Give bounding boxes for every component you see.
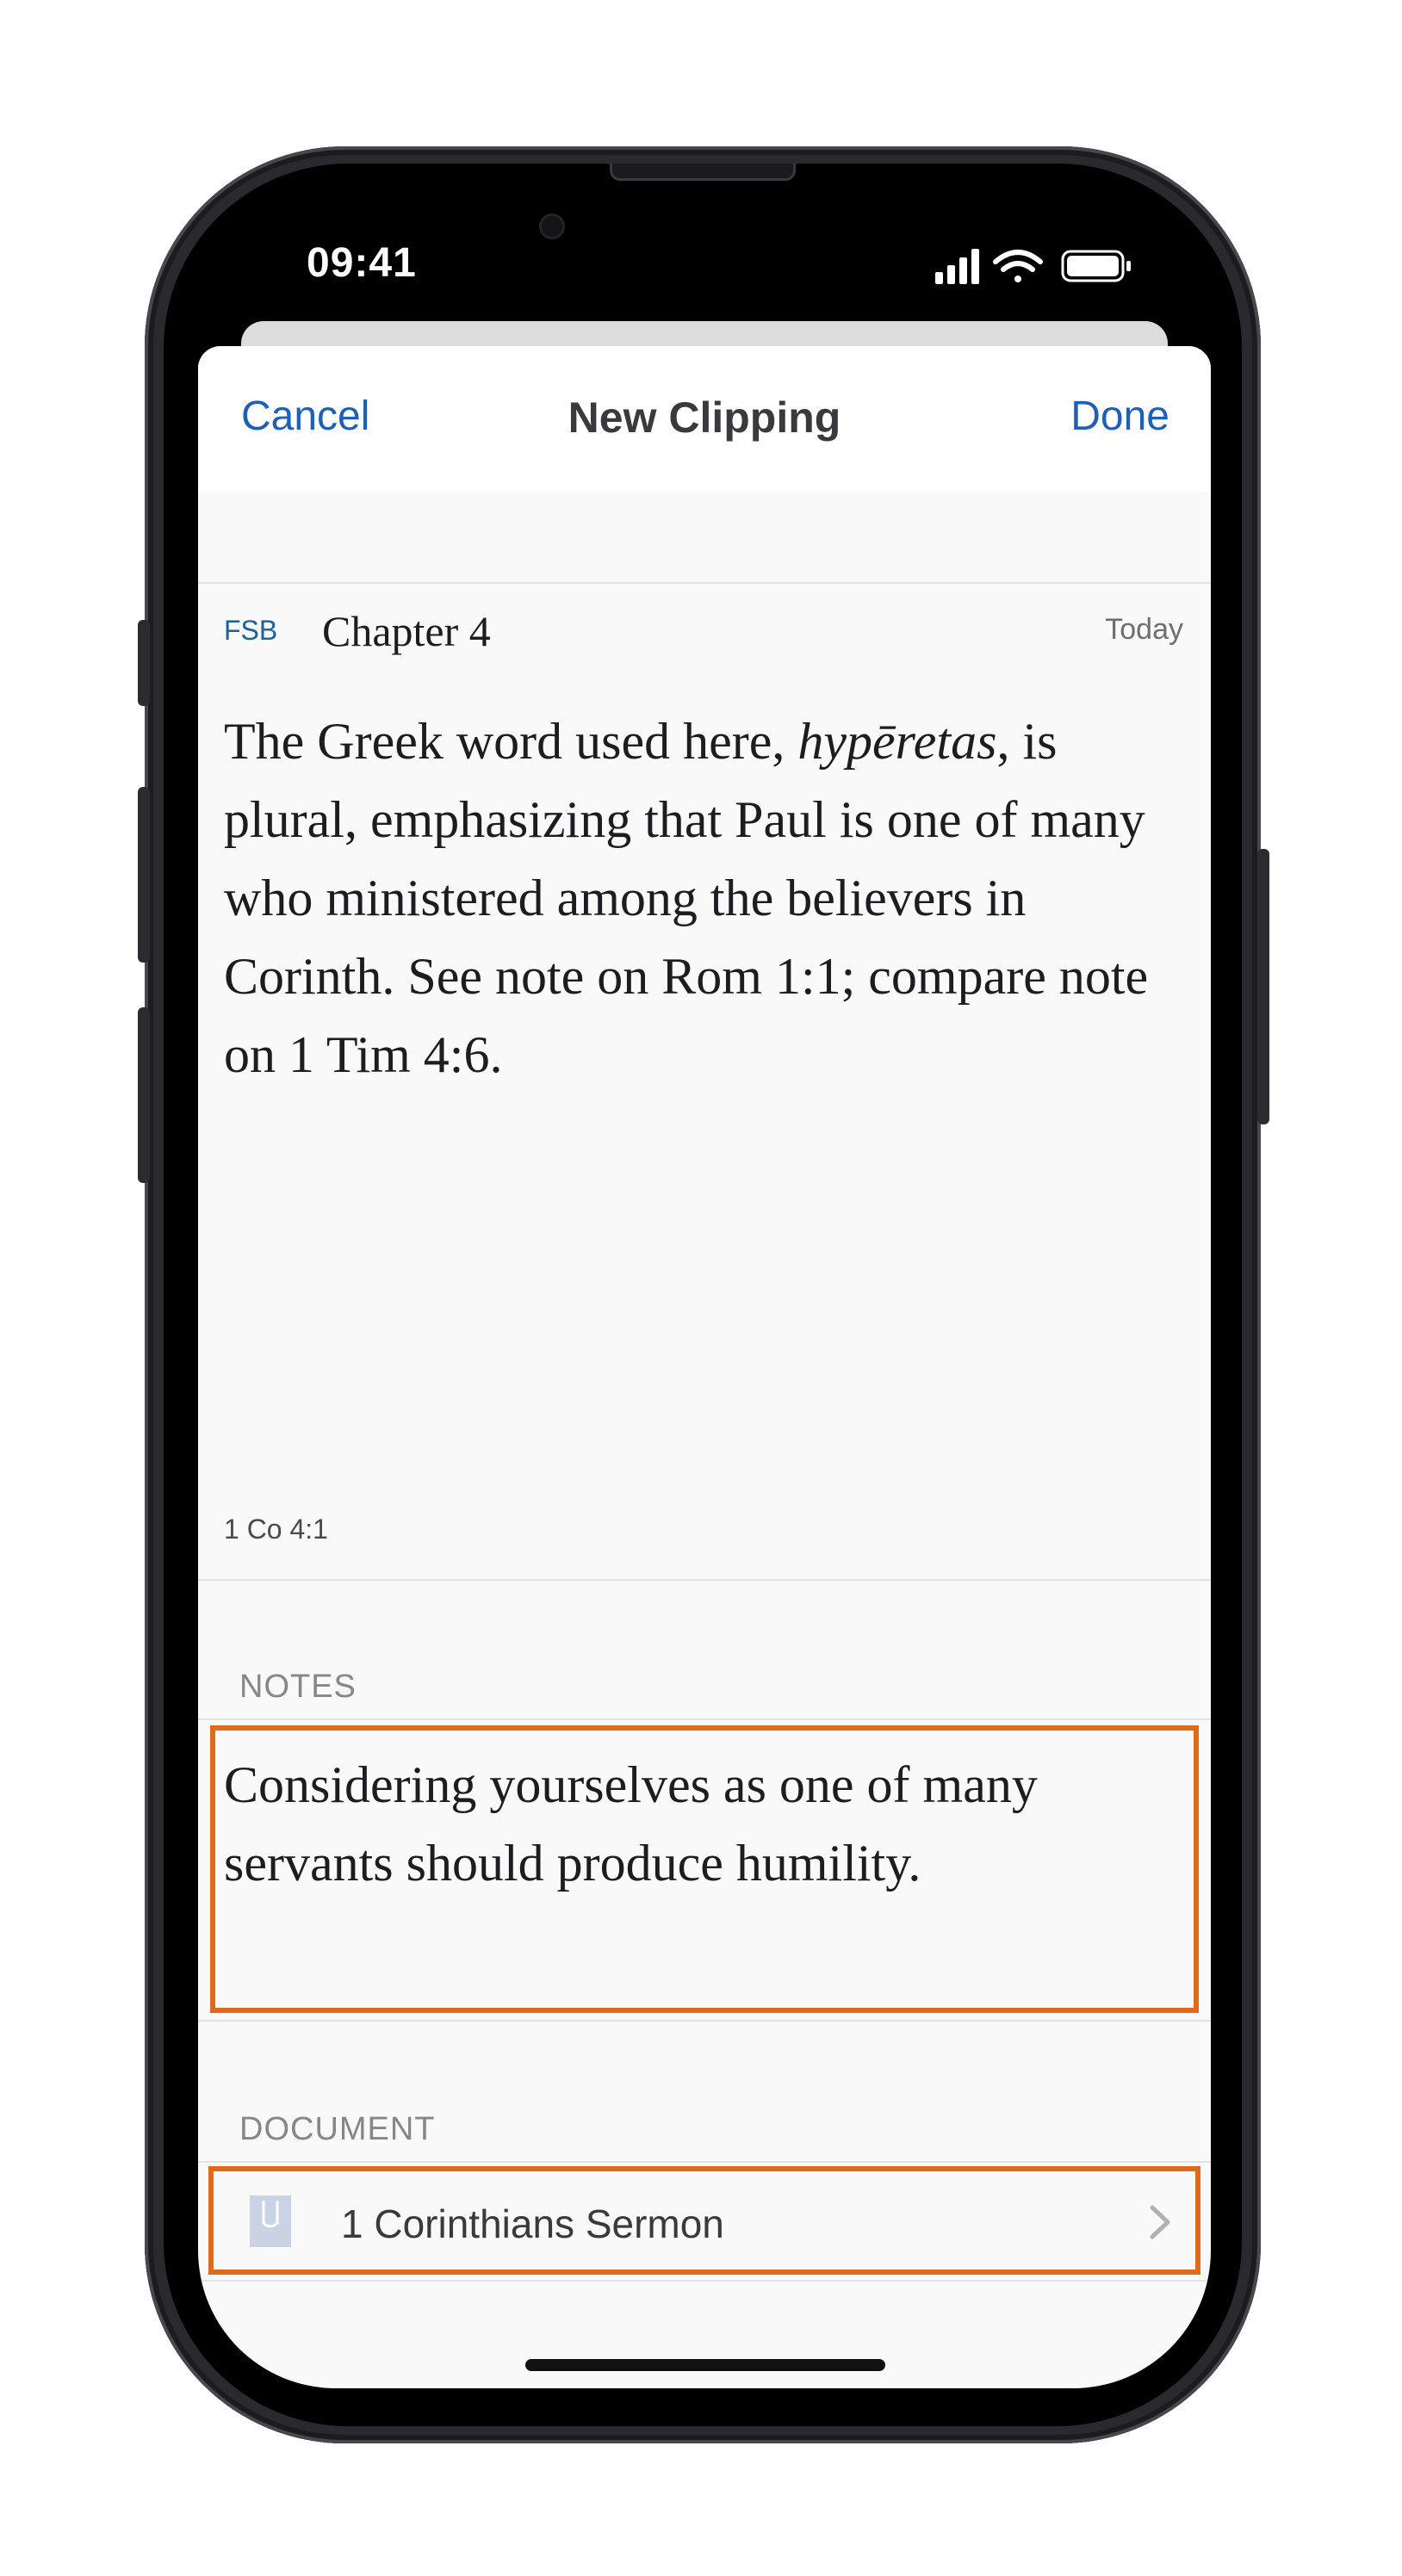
divider bbox=[198, 1718, 1211, 1720]
source-abbreviation: FSB bbox=[224, 615, 278, 646]
divider bbox=[198, 1579, 1211, 1581]
quote-greek-word: hypēretas bbox=[797, 713, 997, 770]
battery-icon bbox=[1061, 250, 1131, 282]
quote-text: The Greek word used here, bbox=[224, 713, 798, 770]
mute-switch bbox=[138, 620, 150, 706]
status-time: 09:41 bbox=[307, 240, 417, 286]
document-icon bbox=[250, 2195, 291, 2247]
clipping-quote: The Greek word used here, hypēretas, is … bbox=[224, 703, 1188, 1094]
document-header: DOCUMENT bbox=[239, 2111, 436, 2147]
power-button bbox=[1257, 849, 1269, 1124]
volume-up-button bbox=[138, 787, 150, 963]
document-name[interactable]: 1 Corinthians Sermon bbox=[341, 2201, 724, 2247]
divider bbox=[198, 582, 1211, 584]
notes-header: NOTES bbox=[239, 1669, 357, 1705]
clipping-date: Today bbox=[1105, 613, 1183, 646]
notes-text[interactable]: Considering yourselves as one of many se… bbox=[224, 1746, 1171, 1903]
divider bbox=[198, 2161, 1211, 2163]
done-button[interactable]: Done bbox=[1070, 393, 1169, 440]
navigation-bar: Cancel New Clipping Done bbox=[198, 346, 1211, 492]
divider bbox=[198, 2280, 1211, 2282]
status-icons bbox=[935, 249, 1131, 284]
wifi-icon bbox=[993, 250, 1043, 282]
earpiece-speaker bbox=[610, 164, 796, 181]
clipping-chapter: Chapter 4 bbox=[322, 607, 491, 655]
page-title: New Clipping bbox=[568, 393, 841, 442]
cellular-signal-icon bbox=[935, 249, 979, 284]
front-camera bbox=[539, 214, 565, 239]
new-clipping-sheet: Cancel New Clipping Done FSB Chapter 4 T… bbox=[198, 346, 1211, 2388]
clipping-reference[interactable]: 1 Co 4:1 bbox=[224, 1514, 328, 1545]
home-indicator[interactable] bbox=[525, 2359, 885, 2371]
chevron-right-icon bbox=[1150, 2205, 1170, 2239]
volume-down-button bbox=[138, 1007, 150, 1183]
divider bbox=[198, 2020, 1211, 2022]
